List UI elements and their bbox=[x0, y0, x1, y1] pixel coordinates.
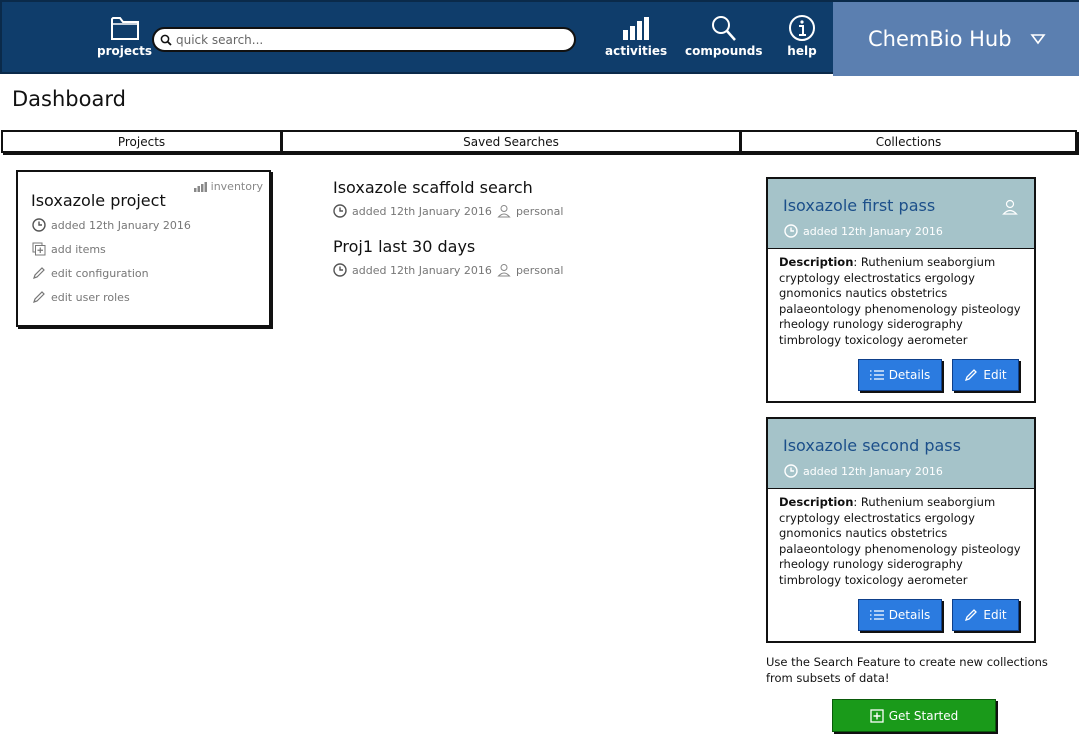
bar-chart-icon bbox=[623, 17, 650, 40]
saved-search-added: added 12th January 2016 bbox=[352, 204, 492, 218]
chevron-down-icon bbox=[1029, 34, 1046, 45]
collection-card: Isoxazole second pass added 12th January… bbox=[766, 417, 1036, 643]
saved-search-item: Proj1 last 30 days added 12th January 20… bbox=[333, 237, 563, 277]
details-label: Details bbox=[888, 608, 931, 622]
collection-added: added 12th January 2016 bbox=[784, 224, 943, 238]
add-items-label: add items bbox=[51, 242, 106, 256]
clock-icon bbox=[784, 224, 798, 238]
tab-collections[interactable]: Collections bbox=[741, 130, 1077, 153]
user-icon bbox=[1002, 199, 1018, 215]
search-input[interactable] bbox=[176, 32, 556, 47]
get-started-label: Get Started bbox=[888, 708, 959, 723]
edit-button[interactable]: Edit bbox=[952, 599, 1019, 631]
collection-title[interactable]: Isoxazole second pass bbox=[783, 436, 961, 455]
magnifier-icon bbox=[711, 16, 736, 41]
list-icon bbox=[869, 370, 884, 380]
edit-user-roles-label: edit user roles bbox=[51, 290, 130, 304]
collection-actions: Details Edit bbox=[858, 599, 1019, 631]
collection-actions: Details Edit bbox=[858, 359, 1019, 391]
folder-icon bbox=[110, 17, 139, 40]
section-tabs: Projects Saved Searches Collections bbox=[1, 130, 1077, 154]
nav-activities[interactable]: activities bbox=[605, 14, 667, 58]
pencil-icon bbox=[965, 609, 978, 622]
nav-compounds[interactable]: compounds bbox=[685, 14, 763, 58]
details-label: Details bbox=[888, 368, 931, 382]
tab-saved-searches[interactable]: Saved Searches bbox=[282, 130, 741, 153]
edit-user-roles-link[interactable]: edit user roles bbox=[32, 290, 130, 304]
edit-configuration-label: edit configuration bbox=[51, 266, 149, 280]
collection-added: added 12th January 2016 bbox=[784, 464, 943, 478]
collection-header: Isoxazole second pass added 12th January… bbox=[768, 419, 1034, 489]
details-button[interactable]: Details bbox=[858, 359, 942, 391]
brand-title: ChemBio Hub bbox=[868, 27, 1012, 51]
nav-compounds-label: compounds bbox=[685, 44, 763, 58]
saved-search-title[interactable]: Isoxazole scaffold search bbox=[333, 178, 563, 197]
saved-search-added: added 12th January 2016 bbox=[352, 263, 492, 277]
description-label: Description bbox=[779, 255, 854, 269]
collection-header: Isoxazole first pass added 12th January … bbox=[768, 179, 1034, 249]
saved-search-scope: personal bbox=[515, 204, 564, 218]
search-icon bbox=[160, 34, 172, 46]
nav-activities-label: activities bbox=[605, 44, 668, 58]
bar-chart-icon bbox=[193, 181, 207, 192]
details-button[interactable]: Details bbox=[858, 599, 942, 631]
tab-projects[interactable]: Projects bbox=[1, 130, 282, 153]
edit-button[interactable]: Edit bbox=[952, 359, 1019, 391]
info-icon bbox=[789, 15, 815, 41]
add-items-link[interactable]: add items bbox=[32, 242, 106, 256]
nav-help-label: help bbox=[787, 44, 817, 58]
project-card: inventory Isoxazole project added 12th J… bbox=[16, 170, 271, 327]
page-title: Dashboard bbox=[12, 87, 126, 111]
collections-hint: Use the Search Feature to create new col… bbox=[766, 655, 1048, 685]
list-icon bbox=[869, 610, 884, 620]
collection-added-text: added 12th January 2016 bbox=[803, 464, 943, 478]
pencil-icon bbox=[965, 369, 978, 382]
plus-box-icon bbox=[870, 708, 884, 723]
edit-label: Edit bbox=[983, 608, 1007, 622]
clock-icon bbox=[784, 464, 798, 478]
nav-help[interactable]: help bbox=[786, 14, 818, 58]
user-icon bbox=[497, 264, 511, 277]
add-items-icon bbox=[32, 242, 46, 256]
top-nav-bar: projects activities compounds help bbox=[0, 0, 1079, 76]
inventory-badge: inventory bbox=[193, 180, 263, 193]
project-added-text: added 12th January 2016 bbox=[51, 218, 191, 232]
nav-projects-label: projects bbox=[97, 44, 152, 58]
clock-icon bbox=[333, 263, 347, 277]
saved-search-meta: added 12th January 2016 personal bbox=[333, 204, 563, 218]
pencil-icon bbox=[33, 291, 45, 303]
saved-search-meta: added 12th January 2016 personal bbox=[333, 263, 563, 277]
user-icon bbox=[497, 205, 511, 218]
collection-description: Description: Ruthenium seaborgium crypto… bbox=[768, 489, 1034, 587]
saved-search-scope: personal bbox=[515, 263, 564, 277]
inventory-label: inventory bbox=[210, 180, 263, 193]
get-started-button[interactable]: Get Started bbox=[832, 699, 996, 732]
quick-search[interactable] bbox=[152, 27, 576, 52]
collection-added-text: added 12th January 2016 bbox=[803, 224, 943, 238]
collection-description: Description: Ruthenium seaborgium crypto… bbox=[768, 249, 1034, 347]
description-label: Description bbox=[779, 495, 854, 509]
collection-title[interactable]: Isoxazole first pass bbox=[783, 196, 935, 215]
collection-card: Isoxazole first pass added 12th January … bbox=[766, 177, 1036, 403]
edit-configuration-link[interactable]: edit configuration bbox=[32, 266, 149, 280]
clock-icon bbox=[333, 204, 347, 218]
saved-search-item: Isoxazole scaffold search added 12th Jan… bbox=[333, 178, 563, 218]
clock-icon bbox=[32, 218, 46, 232]
brand-menu[interactable]: ChemBio Hub bbox=[833, 2, 1079, 76]
edit-label: Edit bbox=[983, 368, 1007, 382]
project-added: added 12th January 2016 bbox=[32, 218, 191, 232]
nav-projects[interactable]: projects bbox=[97, 14, 152, 58]
saved-search-title[interactable]: Proj1 last 30 days bbox=[333, 237, 563, 256]
pencil-icon bbox=[33, 267, 45, 279]
project-title[interactable]: Isoxazole project bbox=[31, 191, 166, 210]
